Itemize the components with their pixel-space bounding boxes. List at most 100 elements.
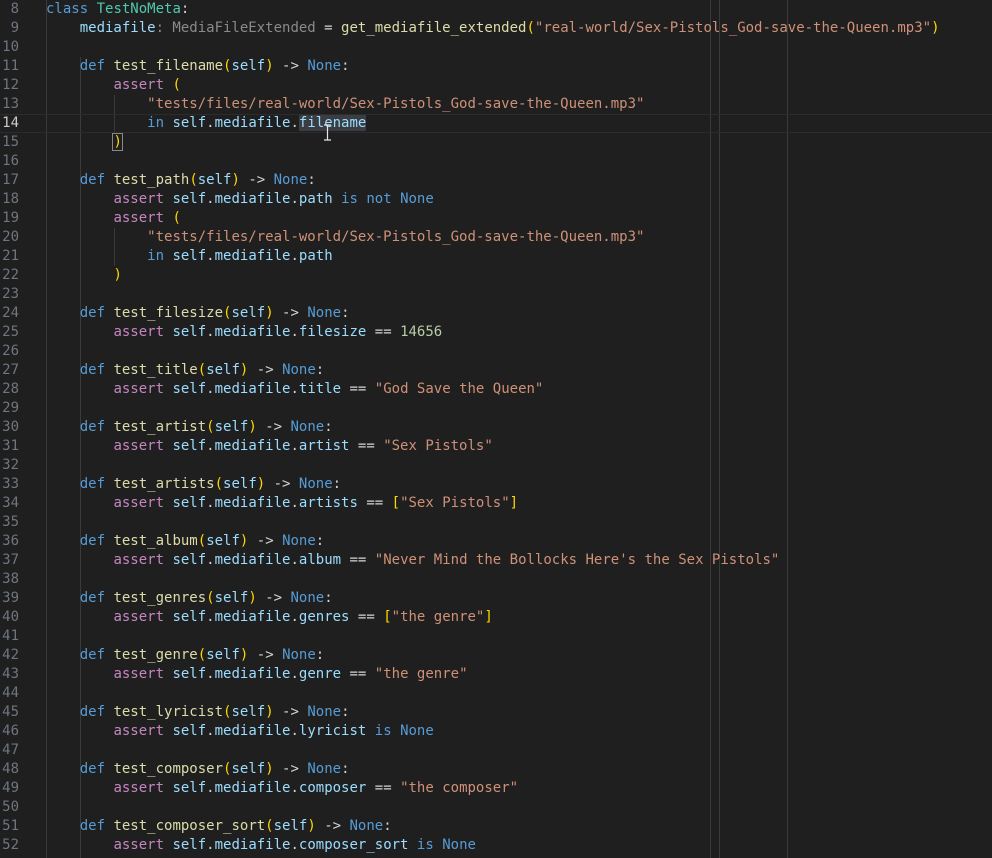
code-line[interactable]: 45 def test_lyricist(self) -> None: (0, 703, 992, 722)
code-line[interactable]: 38 (0, 570, 992, 589)
code-line[interactable]: 31 assert self.mediafile.artist == "Sex … (0, 437, 992, 456)
code-token: assert (113, 324, 165, 340)
code-text[interactable]: assert self.mediafile.composer_sort is N… (46, 836, 476, 855)
code-line[interactable]: 23 (0, 285, 992, 304)
code-text[interactable]: def test_genres(self) -> None: (46, 589, 333, 608)
code-text[interactable]: def test_title(self) -> None: (46, 361, 325, 380)
code-line[interactable]: 27 def test_title(self) -> None: (0, 361, 992, 380)
code-line[interactable]: 26 (0, 342, 992, 361)
code-text[interactable]: assert ( (46, 209, 180, 228)
line-number: 44 (2, 685, 19, 701)
code-line[interactable]: 50 (0, 798, 992, 817)
code-line[interactable]: 40 assert self.mediafile.genres == ["the… (0, 608, 992, 627)
code-line[interactable]: 13 "tests/files/real-world/Sex-Pistols_G… (0, 95, 992, 114)
code-token: ) (256, 476, 266, 492)
code-text[interactable]: mediafile: MediaFileExtended = get_media… (46, 19, 940, 38)
code-text[interactable]: ) (46, 133, 123, 152)
code-text[interactable]: in self.mediafile.path (46, 247, 332, 266)
code-text[interactable]: assert self.mediafile.genres == ["the ge… (46, 608, 492, 627)
code-token: self (197, 172, 232, 188)
code-text[interactable]: "tests/files/real-world/Sex-Pistols_God-… (46, 228, 644, 247)
line-number: 37 (2, 552, 19, 568)
code-text[interactable]: in self.mediafile.filename (46, 114, 367, 133)
code-editor[interactable]: 8 class TestNoMeta: 9 mediafile: MediaFile… (0, 0, 992, 858)
code-line[interactable]: 25 assert self.mediafile.filesize == 146… (0, 323, 992, 342)
code-text[interactable]: assert self.mediafile.filesize == 14656 (46, 323, 442, 342)
code-line[interactable]: 34 assert self.mediafile.artists == ["Se… (0, 494, 992, 513)
code-text[interactable]: assert self.mediafile.album == "Never Mi… (46, 551, 779, 570)
code-line[interactable]: 46 assert self.mediafile.lyricist is Non… (0, 722, 992, 741)
code-token: in (147, 115, 165, 131)
code-line[interactable]: 24 def test_filesize(self) -> None: (0, 304, 992, 323)
code-line[interactable]: 11 def test_filename(self) -> None: (0, 57, 992, 76)
code-text[interactable]: def test_artist(self) -> None: (46, 418, 333, 437)
code-token: . (290, 837, 299, 853)
code-text[interactable]: assert self.mediafile.artist == "Sex Pis… (46, 437, 492, 456)
code-line[interactable]: 8 class TestNoMeta: (0, 0, 992, 19)
code-line[interactable]: 37 assert self.mediafile.album == "Never… (0, 551, 992, 570)
code-line[interactable]: 47 (0, 741, 992, 760)
code-token: mediafile (214, 248, 291, 264)
code-line[interactable]: 9 mediafile: MediaFileExtended = get_med… (0, 19, 992, 38)
code-line[interactable]: 15 ) (0, 133, 992, 152)
code-line[interactable]: 17 def test_path(self) -> None: (0, 171, 992, 190)
code-line[interactable]: 33 def test_artists(self) -> None: (0, 475, 992, 494)
code-token: def (79, 704, 106, 720)
code-token: == (341, 381, 375, 397)
code-line[interactable]: 32 (0, 456, 992, 475)
code-token: . (206, 248, 215, 264)
code-text[interactable]: assert self.mediafile.artists == ["Sex P… (46, 494, 518, 513)
code-text[interactable]: def test_filesize(self) -> None: (46, 304, 350, 323)
code-token: . (290, 723, 299, 739)
code-text[interactable]: assert self.mediafile.composer == "the c… (46, 779, 518, 798)
code-text[interactable]: def test_lyricist(self) -> None: (46, 703, 350, 722)
code-text[interactable]: "tests/files/real-world/Sex-Pistols_God-… (46, 95, 644, 114)
code-line[interactable]: 22 ) (0, 266, 992, 285)
code-line[interactable]: 19 assert ( (0, 209, 992, 228)
code-text[interactable]: assert self.mediafile.path is not None (46, 190, 433, 209)
code-text[interactable]: def test_composer(self) -> None: (46, 760, 350, 779)
code-line[interactable]: 39 def test_genres(self) -> None: (0, 589, 992, 608)
code-text[interactable]: def test_genre(self) -> None: (46, 646, 325, 665)
code-text[interactable]: def test_filename(self) -> None: (46, 57, 350, 76)
code-line[interactable]: 52 assert self.mediafile.composer_sort i… (0, 836, 992, 855)
code-token: . (290, 609, 299, 625)
code-line[interactable]: 48 def test_composer(self) -> None: (0, 760, 992, 779)
code-line[interactable]: 18 assert self.mediafile.path is not Non… (0, 190, 992, 209)
code-line[interactable]: 10 (0, 38, 992, 57)
code-line[interactable]: 21 in self.mediafile.path (0, 247, 992, 266)
code-token: : (315, 362, 325, 378)
code-text[interactable]: ) (46, 266, 121, 285)
code-line[interactable]: 41 (0, 627, 992, 646)
line-number: 17 (2, 172, 19, 188)
code-token: self (172, 780, 207, 796)
code-text[interactable]: assert ( (46, 76, 180, 95)
code-line[interactable]: 12 assert ( (0, 76, 992, 95)
code-text[interactable]: def test_album(self) -> None: (46, 532, 325, 551)
code-text[interactable]: def test_path(self) -> None: (46, 171, 316, 190)
code-token: self (172, 191, 207, 207)
code-line[interactable]: 28 assert self.mediafile.title == "God S… (0, 380, 992, 399)
code-line[interactable]: 51 def test_composer_sort(self) -> None: (0, 817, 992, 836)
code-text[interactable]: class TestNoMeta: (46, 0, 189, 19)
code-line[interactable]: 14 in self.mediafile.filename (0, 114, 992, 133)
code-line[interactable]: 35 (0, 513, 992, 532)
code-token: self (172, 438, 207, 454)
code-line[interactable]: 30 def test_artist(self) -> None: (0, 418, 992, 437)
code-line[interactable]: 20 "tests/files/real-world/Sex-Pistols_G… (0, 228, 992, 247)
code-line[interactable]: 29 (0, 399, 992, 418)
code-text[interactable]: def test_artists(self) -> None: (46, 475, 341, 494)
code-line[interactable]: 49 assert self.mediafile.composer == "th… (0, 779, 992, 798)
code-text[interactable]: assert self.mediafile.lyricist is None (46, 722, 433, 741)
code-token: . (206, 438, 215, 454)
code-token: "tests/files/real-world/Sex-Pistols_God-… (147, 96, 645, 112)
code-text[interactable]: assert self.mediafile.title == "God Save… (46, 380, 543, 399)
code-line[interactable]: 42 def test_genre(self) -> None: (0, 646, 992, 665)
code-line[interactable]: 43 assert self.mediafile.genre == "the g… (0, 665, 992, 684)
code-line[interactable]: 16 (0, 152, 992, 171)
code-text[interactable]: def test_composer_sort(self) -> None: (46, 817, 392, 836)
code-line[interactable]: 36 def test_album(self) -> None: (0, 532, 992, 551)
code-text[interactable]: assert self.mediafile.genre == "the genr… (46, 665, 467, 684)
code-line[interactable]: 44 (0, 684, 992, 703)
